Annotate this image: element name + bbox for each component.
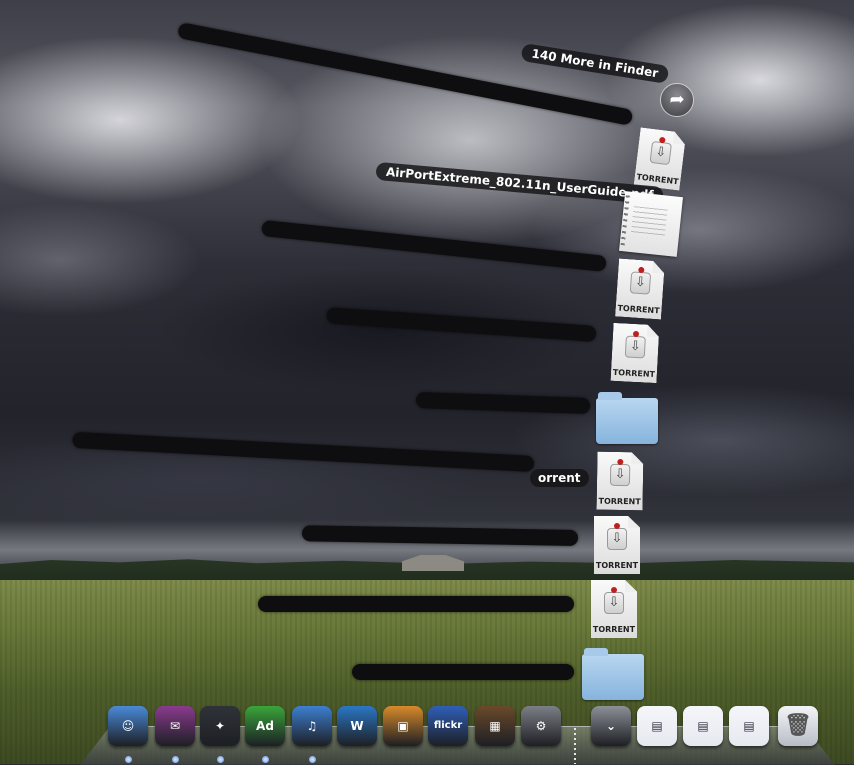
torrent-badge-icon: ⇩ [607, 523, 627, 550]
torrent-document-icon[interactable]: ⇩ TORRENT [615, 258, 665, 319]
dock-separator [574, 728, 576, 764]
torrent-caption: TORRENT [617, 303, 660, 316]
gear-icon[interactable]: ⚙ [521, 706, 561, 746]
running-indicator [262, 756, 269, 763]
torrent-document-icon[interactable]: ⇩ TORRENT [594, 516, 640, 574]
pdf-document-icon[interactable] [619, 191, 683, 257]
redacted-filename [258, 596, 574, 612]
writer-icon[interactable]: W [337, 706, 377, 746]
torrent-badge-icon: ⇩ [630, 271, 651, 294]
torrent-badge-icon: ⇩ [625, 335, 646, 358]
running-indicator [309, 756, 316, 763]
adium-icon[interactable]: Ad [245, 706, 285, 746]
torrent-badge-icon: ⇩ [604, 587, 624, 614]
torrent-badge-icon: ⇩ [649, 141, 672, 165]
torrent-document-icon[interactable]: ⇩ TORRENT [591, 580, 637, 638]
more-in-finder-button[interactable]: ➦ [660, 83, 694, 117]
trash-icon[interactable]: 🗑 [778, 706, 818, 746]
compass-icon[interactable]: ✦ [200, 706, 240, 746]
torrent-document-icon[interactable]: ⇩ TORRENT [596, 452, 643, 511]
torrent-document-icon[interactable]: ⇩ TORRENT [611, 323, 660, 383]
package-icon[interactable]: ▦ [475, 706, 515, 746]
window-thumbnail-icon[interactable]: ▤ [637, 706, 677, 746]
desktop-wallpaper-sky [0, 0, 854, 590]
torrent-caption: TORRENT [598, 496, 641, 507]
torrent-document-icon[interactable]: ⇩ TORRENT [634, 127, 687, 190]
finder-icon[interactable]: ☺ [108, 706, 148, 746]
torrent-caption: TORRENT [595, 561, 639, 570]
flickr-upload-icon[interactable]: flickr [428, 706, 468, 746]
folder-icon[interactable] [596, 392, 658, 444]
running-indicator [217, 756, 224, 763]
mail-stamp-icon[interactable]: ✉ [155, 706, 195, 746]
arrow-right-circle-icon: ➦ [669, 89, 685, 110]
window-thumbnail-icon[interactable]: ▤ [729, 706, 769, 746]
torrent-caption: TORRENT [592, 625, 636, 634]
itunes-icon[interactable]: ♫ [292, 706, 332, 746]
torrent-caption: TORRENT [612, 367, 656, 380]
running-indicator [125, 756, 132, 763]
folder-icon[interactable] [582, 648, 644, 700]
window-thumbnail-icon[interactable]: ▤ [683, 706, 723, 746]
torrent-badge-icon: ⇩ [610, 464, 630, 486]
redacted-filename [352, 664, 574, 680]
iphoto-icon[interactable]: ▣ [383, 706, 423, 746]
downloads-stack-icon[interactable]: ⌄ [591, 706, 631, 746]
running-indicator [172, 756, 179, 763]
partial-torrent-label: orrent [530, 469, 589, 487]
